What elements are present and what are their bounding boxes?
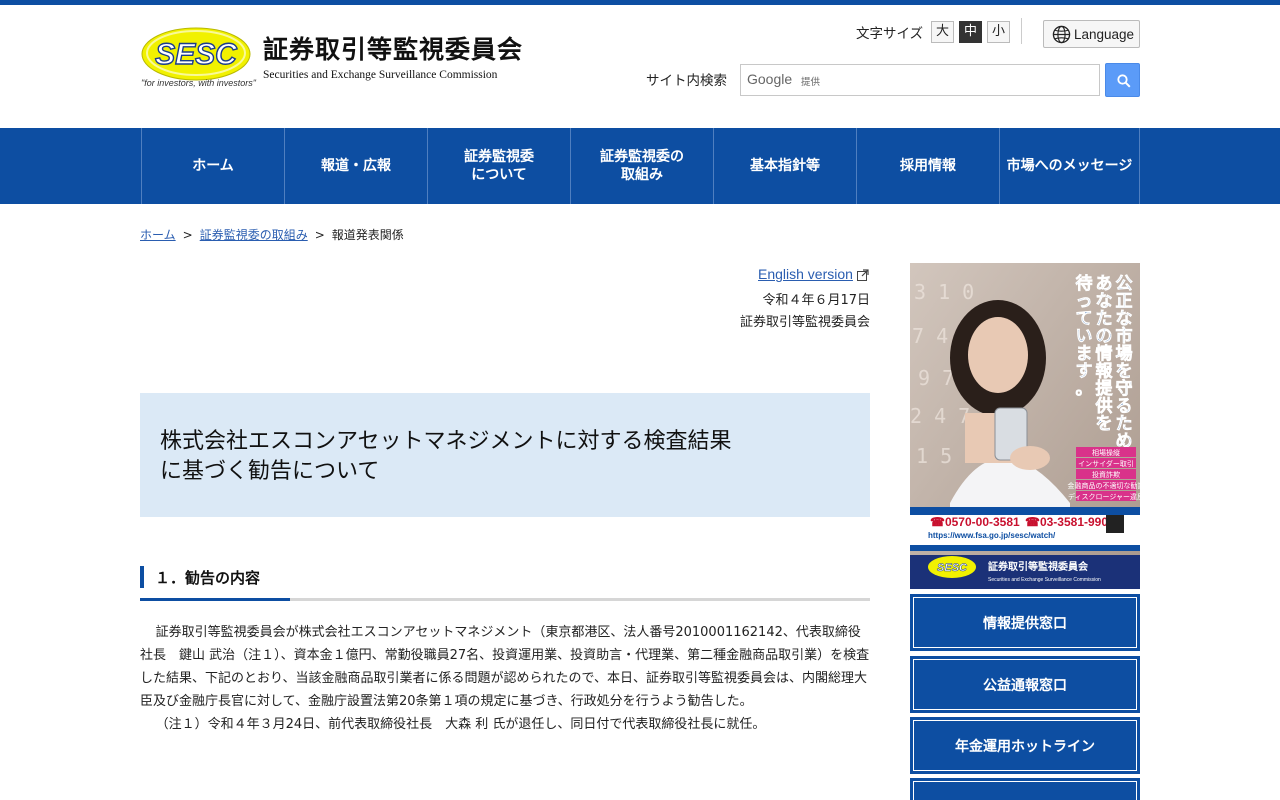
search-label: サイト内検索 — [646, 73, 727, 89]
breadcrumb: ホーム > 証券監視委の取組み > 報道発表関係 — [140, 228, 404, 242]
svg-text:Securities and Exchange Survei: Securities and Exchange Surveillance Com… — [988, 577, 1101, 583]
globe-icon — [1052, 25, 1071, 44]
recommendation-body: 証券取引等監視委員会が株式会社エスコンアセットマネジメント（東京都港区、法人番号… — [140, 621, 872, 736]
recommendation-note: （注１）令和４年３月24日、前代表取締役社長 大森 利 氏が退任し、同日付で代表… — [155, 717, 766, 732]
breadcrumb-current: 報道発表関係 — [331, 228, 404, 242]
page-title-box: 株式会社エスコンアセットマネジメントに対する検査結果 に基づく勧告について — [140, 393, 870, 517]
svg-text:2 4 7: 2 4 7 — [910, 404, 970, 428]
top-accent-bar — [0, 0, 1280, 5]
nav-item-activities[interactable]: 証券監視委の 取組み — [570, 128, 713, 204]
nav-item-home[interactable]: ホーム — [141, 128, 284, 204]
header-divider — [1021, 18, 1022, 44]
banner-tag-label: インサイダー取引 — [1078, 459, 1134, 468]
font-size-label: 文字サイズ — [856, 26, 924, 42]
svg-text:SESC: SESC — [937, 562, 968, 574]
external-link-icon — [857, 269, 869, 281]
release-organization: 証券取引等監視委員会 — [739, 315, 870, 330]
banner-tag-label: 相場操縦 — [1092, 448, 1120, 457]
banner-tag-label: 投資詐欺 — [1092, 470, 1120, 479]
whistleblowing-window-button[interactable]: 公益通報窓口 — [910, 656, 1140, 713]
nav-item-about[interactable]: 証券監視委 について — [427, 128, 570, 204]
svg-text:SESC: SESC — [155, 38, 238, 71]
section-heading-text: １．勧告の内容 — [155, 569, 261, 587]
google-label: Google — [747, 71, 793, 87]
pension-hotline-button[interactable]: 年金運用ホットライン — [910, 717, 1140, 774]
font-size-large-button[interactable]: 大 — [931, 21, 954, 43]
font-size-medium-button[interactable]: 中 — [959, 21, 982, 43]
nav-item-recruit[interactable]: 採用情報 — [856, 128, 999, 204]
language-button[interactable]: Language — [1043, 20, 1140, 48]
page-title: 株式会社エスコンアセットマネジメントに対する検査結果 に基づく勧告について — [160, 429, 732, 484]
section-heading: １．勧告の内容 — [140, 566, 870, 601]
logo-tagline: "for investors, with investors" — [141, 78, 256, 88]
site-search-input[interactable]: Google 提供 — [740, 64, 1100, 96]
recommendation-paragraph: 証券取引等監視委員会が株式会社エスコンアセットマネジメント（東京都港区、法人番号… — [140, 625, 870, 709]
banner-tag-label: ディスクロージャー違反 — [1068, 492, 1140, 501]
svg-text:https://www.fsa.go.jp/sesc/wat: https://www.fsa.go.jp/sesc/watch/ — [928, 531, 1056, 540]
svg-text:☎0570-00-3581: ☎0570-00-3581 — [930, 515, 1020, 529]
site-subtitle: Securities and Exchange Surveillance Com… — [263, 69, 498, 81]
search-button[interactable] — [1105, 63, 1140, 97]
global-nav: ホーム 報道・広報 証券監視委 について 証券監視委の 取組み 基本指針等 採用情報… — [0, 128, 1280, 204]
info-provision-window-button[interactable]: 情報提供窓口 — [910, 594, 1140, 651]
svg-text:☎03-3581-9909: ☎03-3581-9909 — [1025, 515, 1115, 529]
banner-headline-char: を — [1096, 414, 1113, 434]
banner-tag-label: 金融商品の不適切な勧誘 — [1068, 481, 1141, 490]
svg-text:1 5: 1 5 — [916, 444, 952, 468]
information-provision-banner[interactable]: 3 1 0 7 4 9 5 9 7 8 2 4 7 1 5 公正な市場を守るため… — [910, 263, 1140, 589]
svg-text:3 1 0: 3 1 0 — [914, 280, 974, 304]
release-date: 令和４年６月17日 — [762, 293, 870, 308]
heading-underline-accent — [140, 598, 290, 601]
language-label: Language — [1074, 27, 1135, 42]
site-title[interactable]: 証券取引等監視委員会 — [263, 30, 523, 66]
breadcrumb-activities-link[interactable]: 証券監視委の取組み — [200, 228, 308, 242]
nav-item-press[interactable]: 報道・広報 — [284, 128, 427, 204]
google-provided-label: 提供 — [801, 77, 821, 88]
svg-text:証券取引等監視委員会: 証券取引等監視委員会 — [988, 560, 1088, 573]
nav-item-guidelines[interactable]: 基本指針等 — [713, 128, 856, 204]
sidebar-next-button[interactable] — [910, 778, 1140, 800]
search-icon — [1117, 74, 1131, 88]
english-version-link[interactable]: English version — [758, 266, 853, 282]
breadcrumb-home-link[interactable]: ホーム — [140, 228, 176, 242]
font-size-small-button[interactable]: 小 — [987, 21, 1010, 43]
heading-accent-bar — [140, 566, 144, 588]
banner-headline-char: 。 — [1076, 379, 1093, 399]
nav-item-market-message[interactable]: 市場へのメッセージ — [999, 128, 1140, 204]
